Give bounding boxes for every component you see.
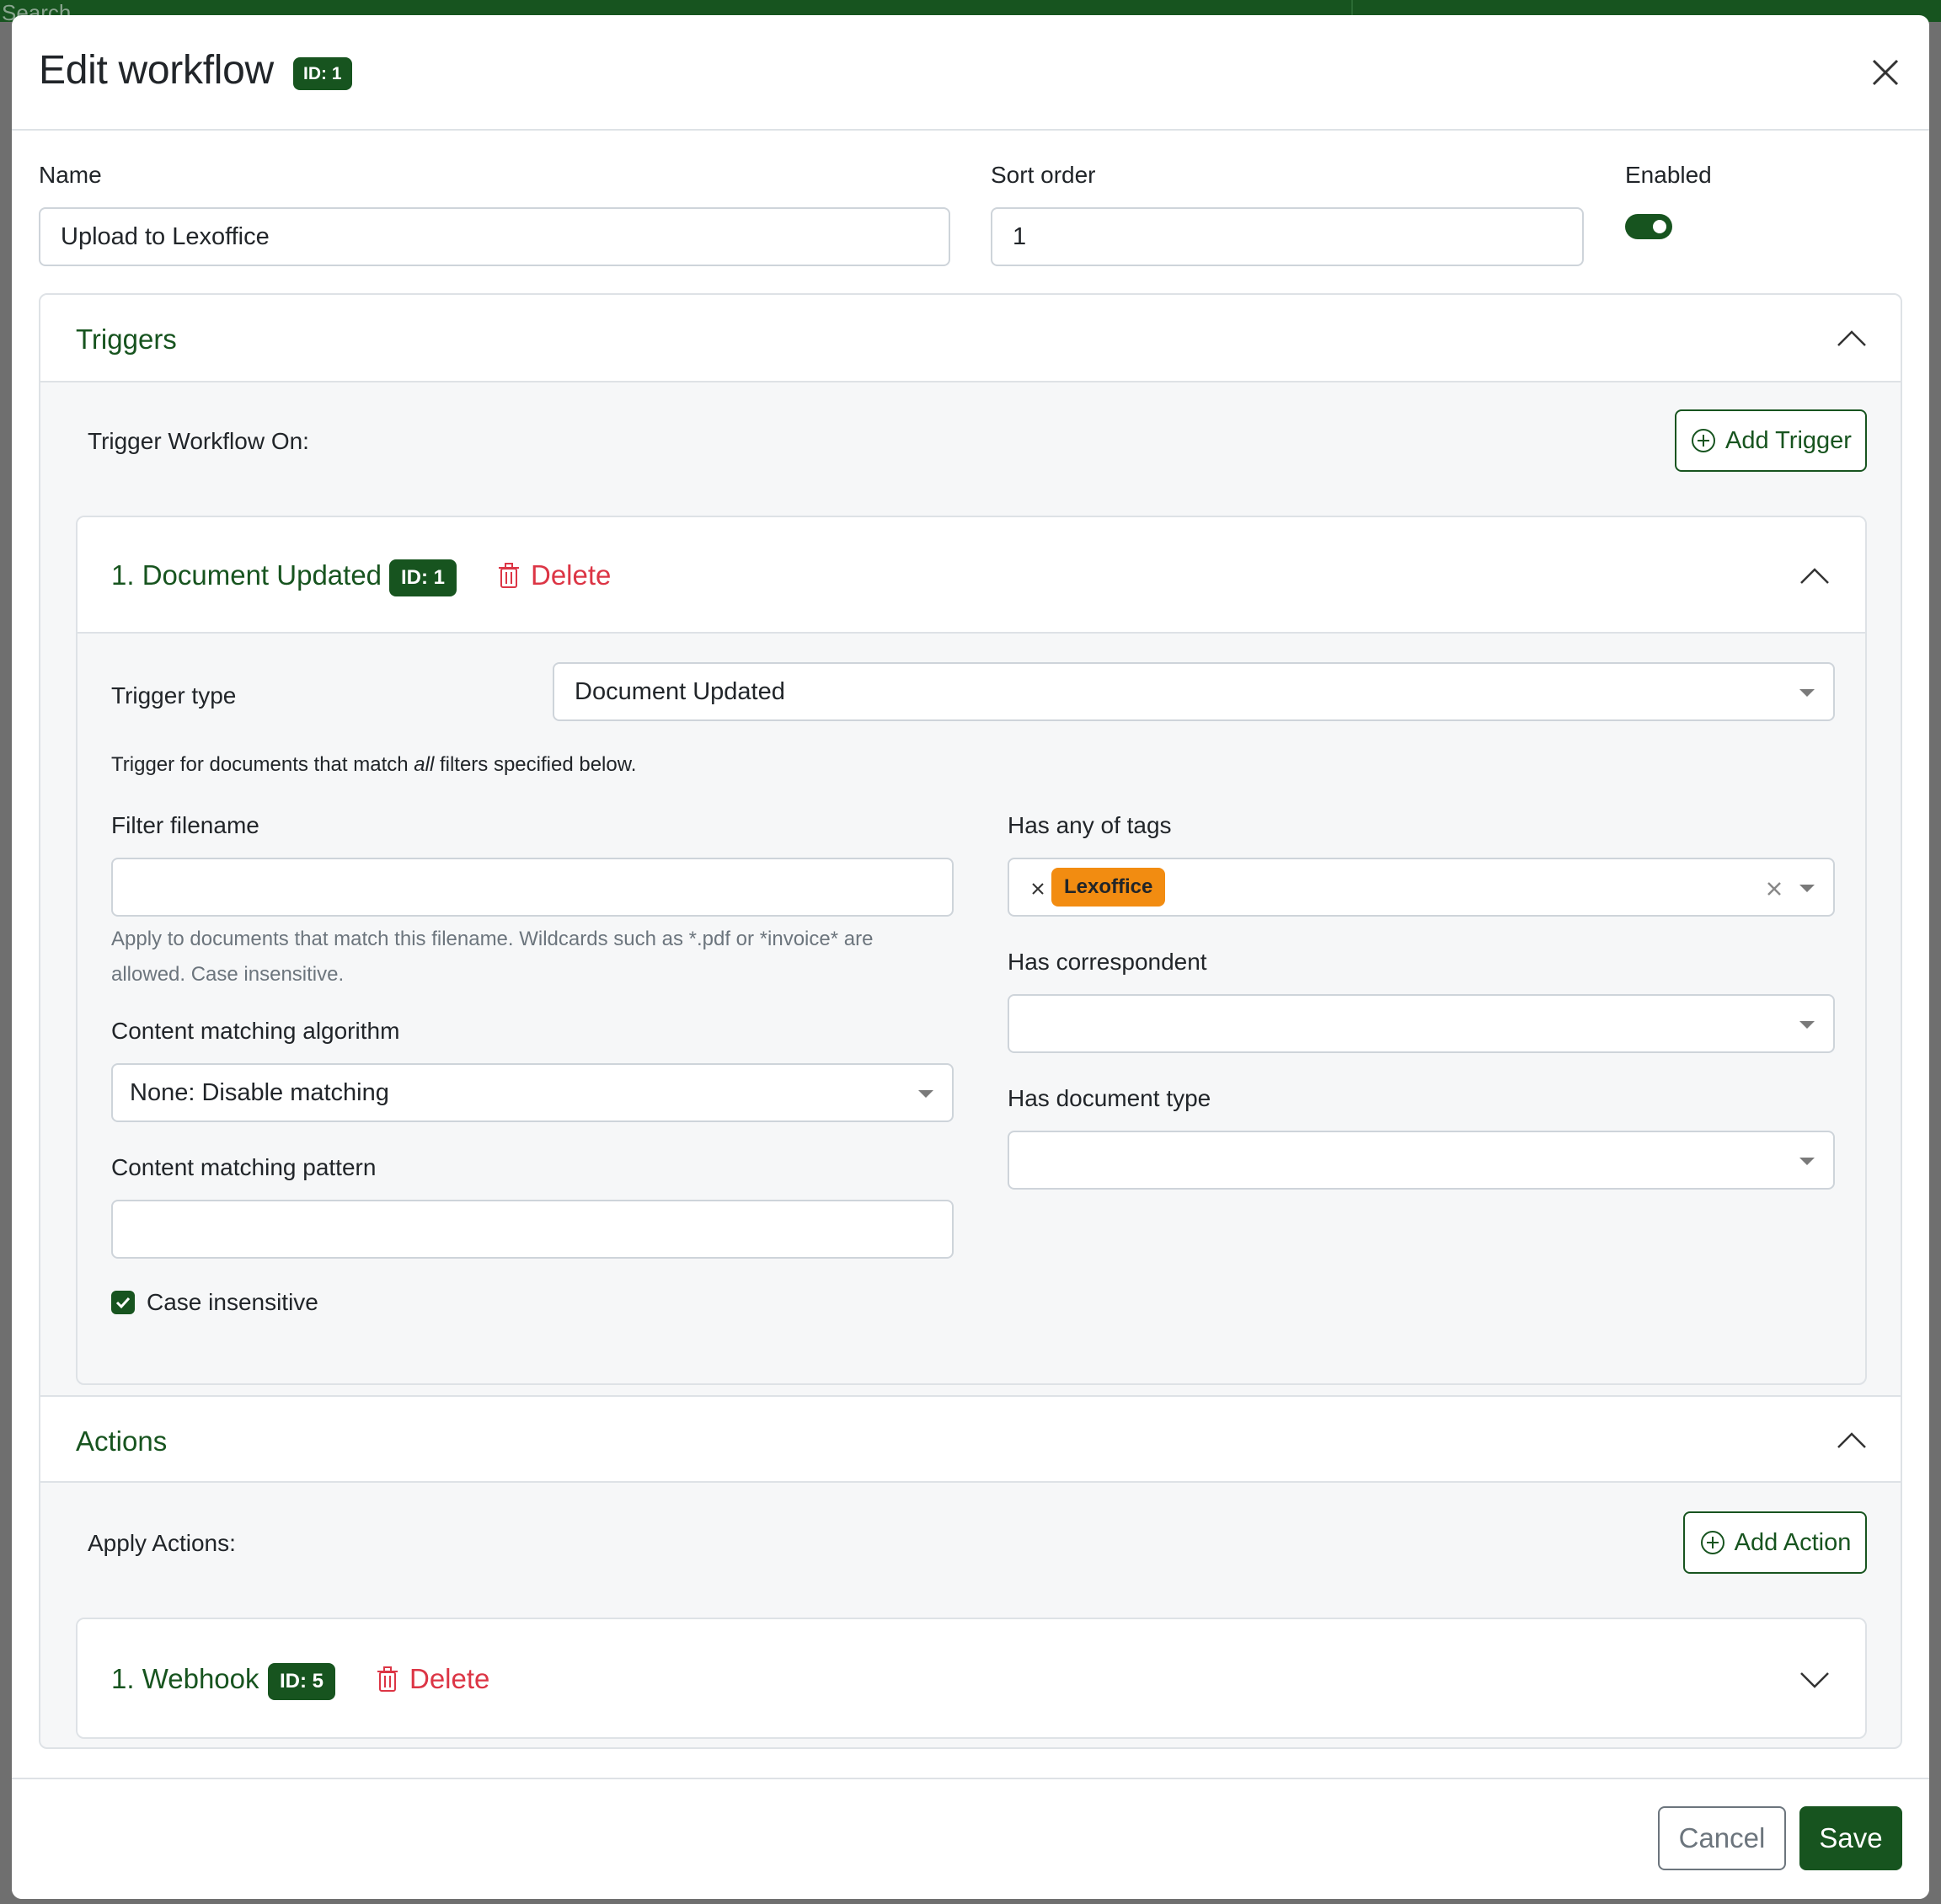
modal-footer <box>12 1778 1929 1899</box>
actions-title: Actions <box>76 1425 168 1457</box>
content-algorithm-label: Content matching algorithm <box>111 1018 400 1044</box>
sort-order-input[interactable]: 1 <box>991 207 1584 266</box>
trigger-filter-note: Trigger for documents that match all fil… <box>111 753 636 777</box>
has-tags-label: Has any of tags <box>1008 812 1172 838</box>
trigger-workflow-on-label: Trigger Workflow On: <box>88 428 309 454</box>
clear-icon[interactable] <box>1766 880 1783 897</box>
name-input[interactable]: Upload to Lexoffice <box>39 207 950 266</box>
cancel-button[interactable]: Cancel <box>1658 1806 1786 1870</box>
edit-workflow-modal: Edit workflow ID: 1 Name Upload to Lexof… <box>12 15 1929 1899</box>
add-action-label: Add Action <box>1734 1528 1852 1556</box>
note-text-after: filters specified below. <box>434 753 637 776</box>
has-tags-select[interactable]: Lexoffice <box>1008 858 1835 917</box>
chevron-up-icon <box>1837 1432 1866 1448</box>
filter-filename-label: Filter filename <box>111 812 259 838</box>
has-correspondent-select[interactable] <box>1008 994 1835 1053</box>
trash-icon <box>499 563 519 588</box>
trigger-item-title: 1. Document Updated <box>111 559 382 591</box>
trash-icon <box>377 1666 398 1692</box>
filter-filename-help-line-1: Apply to documents that match this filen… <box>111 928 874 950</box>
trigger-item-divider <box>78 632 1865 634</box>
action-item-header[interactable]: 1. Webhook ID: 5 Delete <box>78 1619 1865 1737</box>
content-pattern-input[interactable] <box>111 1200 954 1259</box>
caret-down-icon <box>1799 1021 1815 1029</box>
content-pattern-label: Content matching pattern <box>111 1154 377 1180</box>
name-label: Name <box>39 162 102 188</box>
case-insensitive-label: Case insensitive <box>147 1289 318 1315</box>
triggers-title: Triggers <box>76 324 177 355</box>
enabled-toggle[interactable] <box>1625 214 1672 239</box>
remove-tag-icon[interactable] <box>1031 882 1045 896</box>
action-delete-button[interactable]: Delete <box>376 1663 489 1695</box>
caret-down-icon <box>1799 1158 1815 1165</box>
action-delete-label: Delete <box>409 1663 490 1694</box>
plus-circle-icon <box>1692 429 1716 452</box>
tag-chip: Lexoffice <box>1051 868 1166 907</box>
case-insensitive-checkbox[interactable] <box>111 1291 135 1314</box>
add-trigger-label: Add Trigger <box>1725 426 1852 454</box>
chevron-down-icon <box>1800 1672 1829 1688</box>
add-trigger-button[interactable]: Add Trigger <box>1675 409 1867 472</box>
trigger-type-select[interactable]: Document Updated <box>553 662 1835 721</box>
action-item: 1. Webhook ID: 5 Delete <box>76 1618 1867 1739</box>
action-id-badge: ID: 5 <box>268 1663 336 1700</box>
toggle-knob <box>1653 220 1666 233</box>
trigger-item: 1. Document Updated ID: 1 Delete Trigger… <box>76 516 1867 1385</box>
chevron-up-icon <box>1837 330 1866 346</box>
has-document-type-select[interactable] <box>1008 1131 1835 1190</box>
triggers-header[interactable]: Triggers <box>40 295 1901 382</box>
trigger-item-header[interactable]: 1. Document Updated ID: 1 Delete <box>78 517 1865 634</box>
filter-filename-help-line-2: allowed. Case insensitive. <box>111 963 345 986</box>
trigger-delete-label: Delete <box>531 559 612 591</box>
trigger-id-badge: ID: 1 <box>389 559 457 596</box>
trigger-delete-button[interactable]: Delete <box>497 559 611 591</box>
modal-title: Edit workflow <box>39 48 274 93</box>
trigger-type-label: Trigger type <box>111 682 237 709</box>
caret-down-icon <box>918 1090 933 1098</box>
content-algorithm-select[interactable]: None: Disable matching <box>111 1063 954 1122</box>
caret-down-icon <box>1799 689 1815 697</box>
has-correspondent-label: Has correspondent <box>1008 949 1207 975</box>
sort-order-label: Sort order <box>991 162 1096 188</box>
trigger-type-value: Document Updated <box>575 677 785 705</box>
action-item-title: 1. Webhook <box>111 1663 259 1694</box>
check-icon <box>115 1297 131 1309</box>
modal-header: Edit workflow ID: 1 <box>12 15 1929 131</box>
chevron-up-icon <box>1800 568 1829 584</box>
workflow-id-badge: ID: 1 <box>293 57 352 90</box>
apply-actions-label: Apply Actions: <box>88 1530 236 1556</box>
note-text-before: Trigger for documents that match <box>111 753 414 776</box>
enabled-label: Enabled <box>1625 162 1712 188</box>
content-algorithm-value: None: Disable matching <box>130 1078 389 1106</box>
add-action-button[interactable]: Add Action <box>1683 1511 1867 1574</box>
plus-circle-icon <box>1700 1531 1724 1554</box>
note-text-emphasis: all <box>414 753 435 776</box>
save-button[interactable]: Save <box>1799 1806 1902 1870</box>
filter-filename-input[interactable] <box>111 858 954 917</box>
close-icon[interactable] <box>1870 57 1901 88</box>
caret-down-icon <box>1799 885 1815 892</box>
workflow-accordion: Triggers Trigger Workflow On: Add Trigge… <box>39 293 1902 1749</box>
actions-header[interactable]: Actions <box>40 1395 1901 1483</box>
has-document-type-label: Has document type <box>1008 1085 1211 1111</box>
